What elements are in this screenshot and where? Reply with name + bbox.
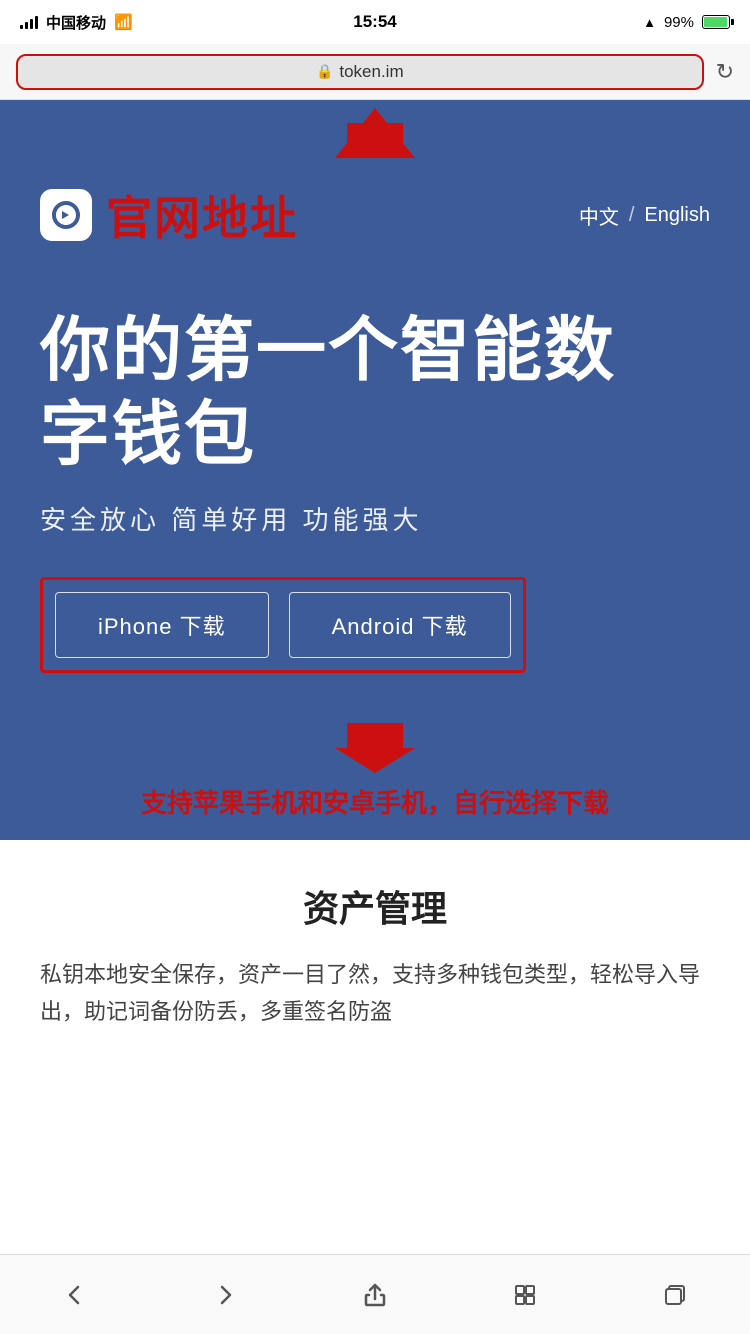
asset-section-title: 资产管理 (40, 880, 710, 932)
lang-english-link[interactable]: English (644, 204, 710, 227)
back-button[interactable] (45, 1270, 105, 1320)
annotation-text: 支持苹果手机和安卓手机，自行选择下载 (0, 773, 750, 840)
logo-title: 官网地址 (106, 182, 298, 248)
download-buttons-container: iPhone 下载 Android 下载 (40, 577, 526, 673)
header-row: 官网地址 中文 / English (40, 182, 710, 248)
hero-subtitle: 安全放心 简单好用 功能强大 (40, 500, 710, 537)
bookmarks-button[interactable] (495, 1270, 555, 1320)
status-right: ▲ 99% (643, 14, 730, 31)
battery-percent: 99% (664, 14, 694, 31)
download-arrow-icon (335, 723, 415, 773)
wifi-icon: 📶 (114, 13, 133, 31)
signal-icon (20, 15, 38, 29)
lang-switcher: 中文 / English (579, 201, 710, 230)
asset-section: 资产管理 私钥本地安全保存，资产一目了然，支持多种钱包类型，轻松导入导出，助记词… (0, 840, 750, 1061)
status-time: 15:54 (353, 12, 396, 32)
share-button[interactable] (345, 1270, 405, 1320)
status-left: 中国移动 📶 (20, 12, 133, 33)
hero-title: 你的第一个智能数字钱包 (40, 308, 710, 476)
carrier-label: 中国移动 (46, 12, 106, 33)
download-arrow-container (0, 713, 750, 773)
url-arrow-icon (335, 108, 415, 158)
battery-icon (702, 15, 730, 29)
asset-section-body: 私钥本地安全保存，资产一目了然，支持多种钱包类型，轻松导入导出，助记词备份防丢，… (40, 956, 710, 1031)
url-bar[interactable]: 🔒 token.im (16, 54, 704, 90)
iphone-download-button[interactable]: iPhone 下载 (55, 592, 269, 658)
tabs-button[interactable] (645, 1270, 705, 1320)
url-arrow-container (0, 100, 750, 158)
lang-divider: / (629, 204, 635, 227)
status-bar: 中国移动 📶 15:54 ▲ 99% (0, 0, 750, 44)
logo-area: 官网地址 (40, 182, 298, 248)
forward-button[interactable] (195, 1270, 255, 1320)
lock-icon: 🔒 (316, 63, 333, 80)
logo-icon (40, 189, 92, 241)
lang-chinese-link[interactable]: 中文 (579, 201, 619, 230)
refresh-button[interactable]: ↻ (716, 61, 734, 83)
url-text: token.im (339, 62, 403, 82)
browser-bar: 🔒 token.im ↻ (0, 44, 750, 100)
bottom-nav (0, 1254, 750, 1334)
android-download-button[interactable]: Android 下载 (289, 592, 511, 658)
location-icon: ▲ (643, 15, 656, 30)
main-hero-section: 官网地址 中文 / English 你的第一个智能数字钱包 安全放心 简单好用 … (0, 158, 750, 713)
